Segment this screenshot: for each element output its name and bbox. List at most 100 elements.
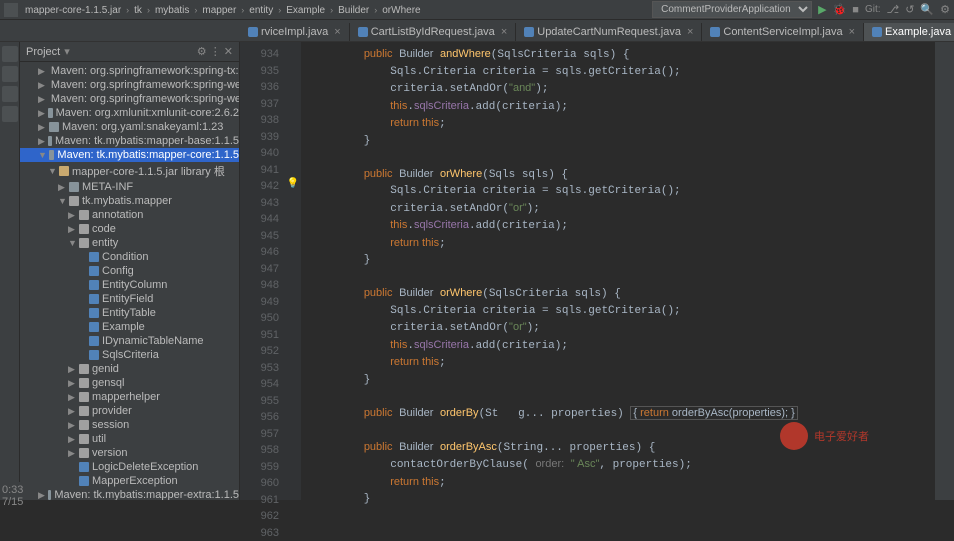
- close-icon[interactable]: ×: [849, 26, 855, 38]
- tree-arrow-icon[interactable]: ▶: [68, 434, 76, 445]
- tree-arrow-icon[interactable]: ▶: [68, 224, 76, 235]
- tree-node[interactable]: ▶session: [20, 418, 239, 432]
- project-panel-gear-icon[interactable]: ⚙ ⋮ ✕: [197, 45, 233, 58]
- tree-node[interactable]: ▶code: [20, 222, 239, 236]
- tree-node[interactable]: ▶mapperhelper: [20, 390, 239, 404]
- tree-node[interactable]: ▼Maven: tk.mybatis:mapper-core:1.1.5: [20, 148, 239, 162]
- tree-arrow-icon[interactable]: ▼: [38, 150, 46, 160]
- code-area[interactable]: public Builder andWhere(SqlsCriteria sql…: [301, 42, 934, 500]
- tree-node[interactable]: ▶Maven: org.springframework:spring-web: [20, 92, 239, 106]
- tree-node[interactable]: SqlsCriteria: [20, 348, 239, 362]
- breadcrumb-part[interactable]: mapper: [202, 5, 236, 16]
- tree-arrow-icon[interactable]: ▶: [38, 66, 45, 77]
- close-icon[interactable]: ×: [687, 26, 693, 38]
- tree-node[interactable]: ▼ tk.mybatis.mapper: [20, 194, 239, 208]
- line-number: 953: [240, 360, 279, 377]
- run-config-select[interactable]: CommentProviderApplication: [652, 1, 812, 18]
- tree-node[interactable]: ▶provider: [20, 404, 239, 418]
- tree-arrow-icon[interactable]: ▶: [68, 378, 76, 389]
- breadcrumb-part[interactable]: Example: [286, 5, 325, 16]
- tree-arrow-icon[interactable]: ▶: [38, 122, 46, 133]
- tree-node[interactable]: ▶META-INF: [20, 180, 239, 194]
- stop-icon[interactable]: ■: [852, 4, 859, 16]
- tool-structure-icon[interactable]: [2, 66, 18, 82]
- tree-node[interactable]: ▶version: [20, 446, 239, 460]
- tool-commit-icon[interactable]: [2, 86, 18, 102]
- tree-node-label: tk.mybatis.mapper: [82, 195, 172, 207]
- status-date: 7/15: [2, 496, 18, 508]
- tree-node[interactable]: Condition: [20, 250, 239, 264]
- close-icon[interactable]: ×: [501, 26, 507, 38]
- run-icon[interactable]: ▶: [818, 3, 826, 16]
- tree-arrow-icon[interactable]: ▶: [68, 210, 76, 221]
- search-icon[interactable]: 🔍: [920, 3, 934, 16]
- tree-node[interactable]: ▶Maven: org.xmlunit:xmlunit-core:2.6.2: [20, 106, 239, 120]
- debug-icon[interactable]: 🐞: [833, 3, 847, 16]
- tree-node[interactable]: Config: [20, 264, 239, 278]
- tree-node[interactable]: ▶Maven: org.springframework:spring-web: [20, 78, 239, 92]
- breadcrumb-part[interactable]: tk: [134, 5, 142, 16]
- tree-node[interactable]: IDynamicTableName: [20, 334, 239, 348]
- tree-node-icon: [59, 166, 69, 176]
- tree-node[interactable]: LogicDeleteException: [20, 460, 239, 474]
- tree-node[interactable]: EntityTable: [20, 306, 239, 320]
- editor-tab[interactable]: ContentServiceImpl.java×: [702, 23, 864, 41]
- tree-arrow-icon[interactable]: ▶: [38, 108, 45, 119]
- editor-tab[interactable]: UpdateCartNumRequest.java×: [516, 23, 702, 41]
- intention-bulb-icon[interactable]: 💡: [285, 178, 301, 189]
- tree-arrow-icon[interactable]: ▶: [58, 182, 66, 193]
- line-number: 958: [240, 442, 279, 459]
- settings-icon[interactable]: ⚙: [940, 3, 950, 16]
- breadcrumb-part[interactable]: mapper-core-1.1.5.jar: [25, 5, 121, 16]
- tree-node-icon: [89, 350, 99, 360]
- project-tree[interactable]: ▶Maven: org.springframework:spring-tx:5▶…: [20, 62, 239, 500]
- tree-node[interactable]: Example: [20, 320, 239, 334]
- tree-node[interactable]: EntityField: [20, 292, 239, 306]
- tree-arrow-icon[interactable]: ▶: [68, 420, 76, 431]
- editor-tab[interactable]: rviceImpl.java×: [240, 23, 350, 41]
- project-icon: [4, 3, 18, 17]
- tree-arrow-icon[interactable]: ▶: [38, 136, 45, 147]
- tool-favorites-icon[interactable]: [2, 106, 18, 122]
- tree-node-icon: [89, 322, 99, 332]
- tree-node[interactable]: ▶annotation: [20, 208, 239, 222]
- tree-node[interactable]: ▶util: [20, 432, 239, 446]
- tool-project-icon[interactable]: [2, 46, 18, 62]
- close-icon[interactable]: ×: [334, 26, 340, 38]
- tree-node[interactable]: ▶Maven: org.yaml:snakeyaml:1.23: [20, 120, 239, 134]
- project-panel-header[interactable]: Project ▾ ⚙ ⋮ ✕: [20, 42, 239, 62]
- tree-arrow-icon[interactable]: ▼: [48, 166, 56, 176]
- tree-node[interactable]: ▼mapper-core-1.1.5.jar library 根: [20, 162, 239, 180]
- editor-tab[interactable]: CartListByIdRequest.java ×: [350, 23, 517, 41]
- tree-node[interactable]: ▼entity: [20, 236, 239, 250]
- tree-node[interactable]: ▶Maven: org.springframework:spring-tx:5: [20, 64, 239, 78]
- breadcrumb-part[interactable]: entity: [249, 5, 273, 16]
- tree-node[interactable]: MapperException: [20, 474, 239, 488]
- tree-node[interactable]: EntityColumn: [20, 278, 239, 292]
- tree-node[interactable]: ▶Maven: tk.mybatis:mapper-extra:1.1.5: [20, 488, 239, 500]
- tree-arrow-icon[interactable]: ▶: [38, 94, 45, 105]
- editor-tab[interactable]: Example.java×: [864, 23, 954, 41]
- tree-arrow-icon[interactable]: ▶: [38, 80, 45, 91]
- tree-arrow-icon[interactable]: ▶: [68, 406, 76, 417]
- tree-arrow-icon[interactable]: ▶: [68, 448, 76, 459]
- breadcrumb-part[interactable]: orWhere: [382, 5, 420, 16]
- project-panel-title: Project: [26, 46, 60, 58]
- tree-node-icon: [89, 266, 99, 276]
- breadcrumb-part[interactable]: mybatis: [155, 5, 189, 16]
- git-branch-icon[interactable]: ⎇: [887, 3, 900, 16]
- tree-node[interactable]: ▶gensql: [20, 376, 239, 390]
- tree-arrow-icon[interactable]: ▶: [68, 392, 76, 403]
- git-sync-icon[interactable]: ↺: [905, 3, 914, 16]
- tree-arrow-icon[interactable]: ▶: [68, 364, 76, 375]
- tree-arrow-icon[interactable]: ▶: [38, 490, 45, 501]
- tree-arrow-icon[interactable]: ▼: [58, 196, 66, 206]
- tree-node[interactable]: ▶Maven: tk.mybatis:mapper-base:1.1.5: [20, 134, 239, 148]
- breadcrumb-part[interactable]: Builder: [338, 5, 369, 16]
- tree-arrow-icon[interactable]: ▼: [68, 238, 76, 248]
- code-editor[interactable]: 9349359369379389399409419429439449459469…: [240, 42, 934, 500]
- tab-label: CartListByIdRequest.java: [371, 26, 495, 38]
- line-number: 957: [240, 426, 279, 443]
- tree-node[interactable]: ▶genid: [20, 362, 239, 376]
- tree-node-label: MapperException: [92, 475, 178, 487]
